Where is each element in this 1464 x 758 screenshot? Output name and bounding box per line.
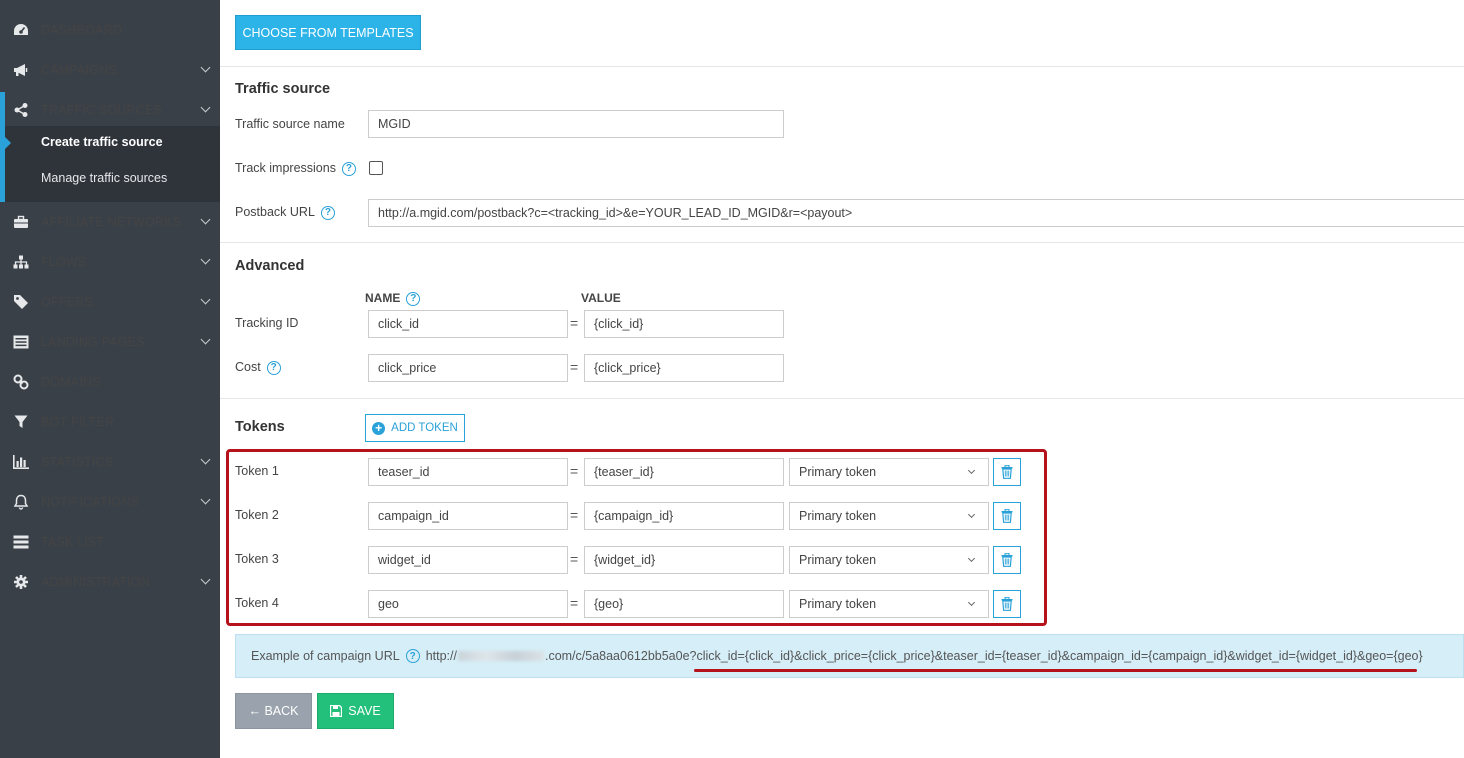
nav-administration[interactable]: ADMINISTRATION: [0, 562, 220, 602]
nav-notifications[interactable]: NOTIFICATIONS: [0, 482, 220, 522]
advanced-title: Advanced: [235, 258, 305, 274]
megaphone-icon: [13, 62, 29, 78]
help-icon[interactable]: ?: [406, 291, 421, 306]
divider: [220, 398, 1464, 399]
params-highlight-underline: [694, 669, 1417, 672]
plus-icon: +: [372, 421, 386, 435]
help-icon[interactable]: ?: [341, 161, 356, 176]
sub-manage-traffic-sources[interactable]: Manage traffic sources: [41, 171, 167, 185]
nav-landing-pages[interactable]: LANDING PAGES: [0, 322, 220, 362]
add-token-label: ADD TOKEN: [391, 422, 458, 434]
name-column-header: NAME?: [365, 291, 421, 306]
briefcase-icon: [13, 214, 29, 230]
main-content: CHOOSE FROM TEMPLATES Traffic source Tra…: [220, 0, 1464, 758]
list-alt-icon: [13, 334, 29, 350]
choose-templates-button[interactable]: CHOOSE FROM TEMPLATES: [235, 15, 421, 50]
cost-name-input[interactable]: click_price: [368, 354, 568, 382]
sidebar: DASHBOARD CAMPAIGNS TRAFFIC SOURCES Crea…: [0, 0, 220, 758]
redacted-domain: [457, 651, 544, 661]
chevron-down-icon: [200, 334, 211, 345]
divider: [220, 66, 1464, 67]
nav-campaigns[interactable]: CAMPAIGNS: [0, 50, 220, 90]
nav-offers-label: OFFERS: [41, 295, 93, 309]
save-label: SAVE: [348, 704, 381, 718]
back-button[interactable]: ← BACK: [235, 693, 312, 729]
nav-campaigns-label: CAMPAIGNS: [41, 63, 117, 77]
traffic-source-name-label: Traffic source name: [235, 117, 345, 131]
current-page-arrow: [5, 137, 11, 149]
tokens-highlight-box: [226, 449, 1047, 626]
example-url-prefix: http://: [425, 649, 457, 663]
help-icon[interactable]: ?: [405, 649, 420, 663]
sitemap-icon: [13, 254, 29, 270]
filter-icon: [13, 414, 29, 430]
chevron-down-icon: [200, 294, 211, 305]
nav-bot-filter[interactable]: BOT FILTER: [0, 402, 220, 442]
nav-notifications-label: NOTIFICATIONS: [41, 495, 140, 509]
tracking-id-value-input[interactable]: {click_id}: [584, 310, 784, 338]
traffic-source-title: Traffic source: [235, 81, 331, 97]
track-impressions-label: Track impressions?: [235, 161, 356, 176]
nav-bot-filter-label: BOT FILTER: [41, 415, 115, 429]
chevron-down-icon: [200, 62, 211, 73]
nav-offers[interactable]: OFFERS: [0, 282, 220, 322]
cog-icon: [13, 574, 29, 590]
nav-dashboard-label: DASHBOARD: [41, 23, 122, 37]
traffic-source-name-input[interactable]: MGID: [368, 110, 784, 138]
example-url-suffix: .com/c/5a8aa0612bb5a0e?: [544, 649, 697, 663]
help-icon[interactable]: ?: [266, 360, 281, 375]
chevron-down-icon: [200, 214, 211, 225]
example-url-label: Example of campaign URL: [251, 649, 400, 663]
nav-dashboard[interactable]: DASHBOARD: [0, 10, 220, 50]
nav-statistics[interactable]: STATISTICS: [0, 442, 220, 482]
nav-statistics-label: STATISTICS: [41, 455, 114, 469]
tokens-title: Tokens: [235, 419, 285, 435]
track-impressions-checkbox[interactable]: [369, 161, 383, 175]
postback-url-label: Postback URL?: [235, 205, 335, 220]
nav-task-list-label: TASK LIST: [41, 535, 105, 549]
help-icon[interactable]: ?: [320, 205, 335, 220]
chevron-down-icon: [200, 102, 211, 113]
dashboard-icon: [13, 22, 29, 38]
chevron-down-icon: [200, 574, 211, 585]
bell-icon: [13, 494, 29, 510]
equals-sign: =: [570, 359, 579, 375]
value-column-header: VALUE: [581, 291, 621, 305]
floppy-disk-icon: [330, 705, 343, 717]
chevron-down-icon: [200, 494, 211, 505]
tracking-id-name-input[interactable]: click_id: [368, 310, 568, 338]
cost-value-input[interactable]: {click_price}: [584, 354, 784, 382]
share-icon: [13, 102, 29, 118]
sub-create-traffic-source[interactable]: Create traffic source: [41, 135, 163, 149]
link-icon: [13, 374, 29, 390]
nav-flows-label: FLOWS: [41, 255, 87, 269]
chevron-down-icon: [200, 454, 211, 465]
bar-chart-icon: [13, 454, 29, 470]
cost-label: Cost?: [235, 360, 281, 375]
nav-administration-label: ADMINISTRATION: [41, 575, 150, 589]
example-url-params: click_id={click_id}&click_price={click_p…: [696, 649, 1423, 663]
divider: [220, 242, 1464, 243]
nav-domains[interactable]: DOMAINS: [0, 362, 220, 402]
nav-affiliate-networks[interactable]: AFFILIATE NETWORKS: [0, 202, 220, 242]
nav-flows[interactable]: FLOWS: [0, 242, 220, 282]
nav-landing-pages-label: LANDING PAGES: [41, 335, 145, 349]
tasks-icon: [13, 534, 29, 550]
tracking-id-label: Tracking ID: [235, 316, 299, 330]
chevron-down-icon: [200, 254, 211, 265]
equals-sign: =: [570, 315, 579, 331]
nav-traffic-sources[interactable]: TRAFFIC SOURCES: [0, 90, 220, 130]
nav-task-list[interactable]: TASK LIST: [0, 522, 220, 562]
nav-traffic-sources-label: TRAFFIC SOURCES: [41, 103, 163, 117]
save-button[interactable]: SAVE: [317, 693, 394, 729]
add-token-button[interactable]: + ADD TOKEN: [365, 414, 465, 442]
tags-icon: [13, 294, 29, 310]
nav-affiliate-networks-label: AFFILIATE NETWORKS: [41, 215, 182, 229]
postback-url-input[interactable]: http://a.mgid.com/postback?c=<tracking_i…: [368, 199, 1464, 227]
nav-domains-label: DOMAINS: [41, 375, 101, 389]
